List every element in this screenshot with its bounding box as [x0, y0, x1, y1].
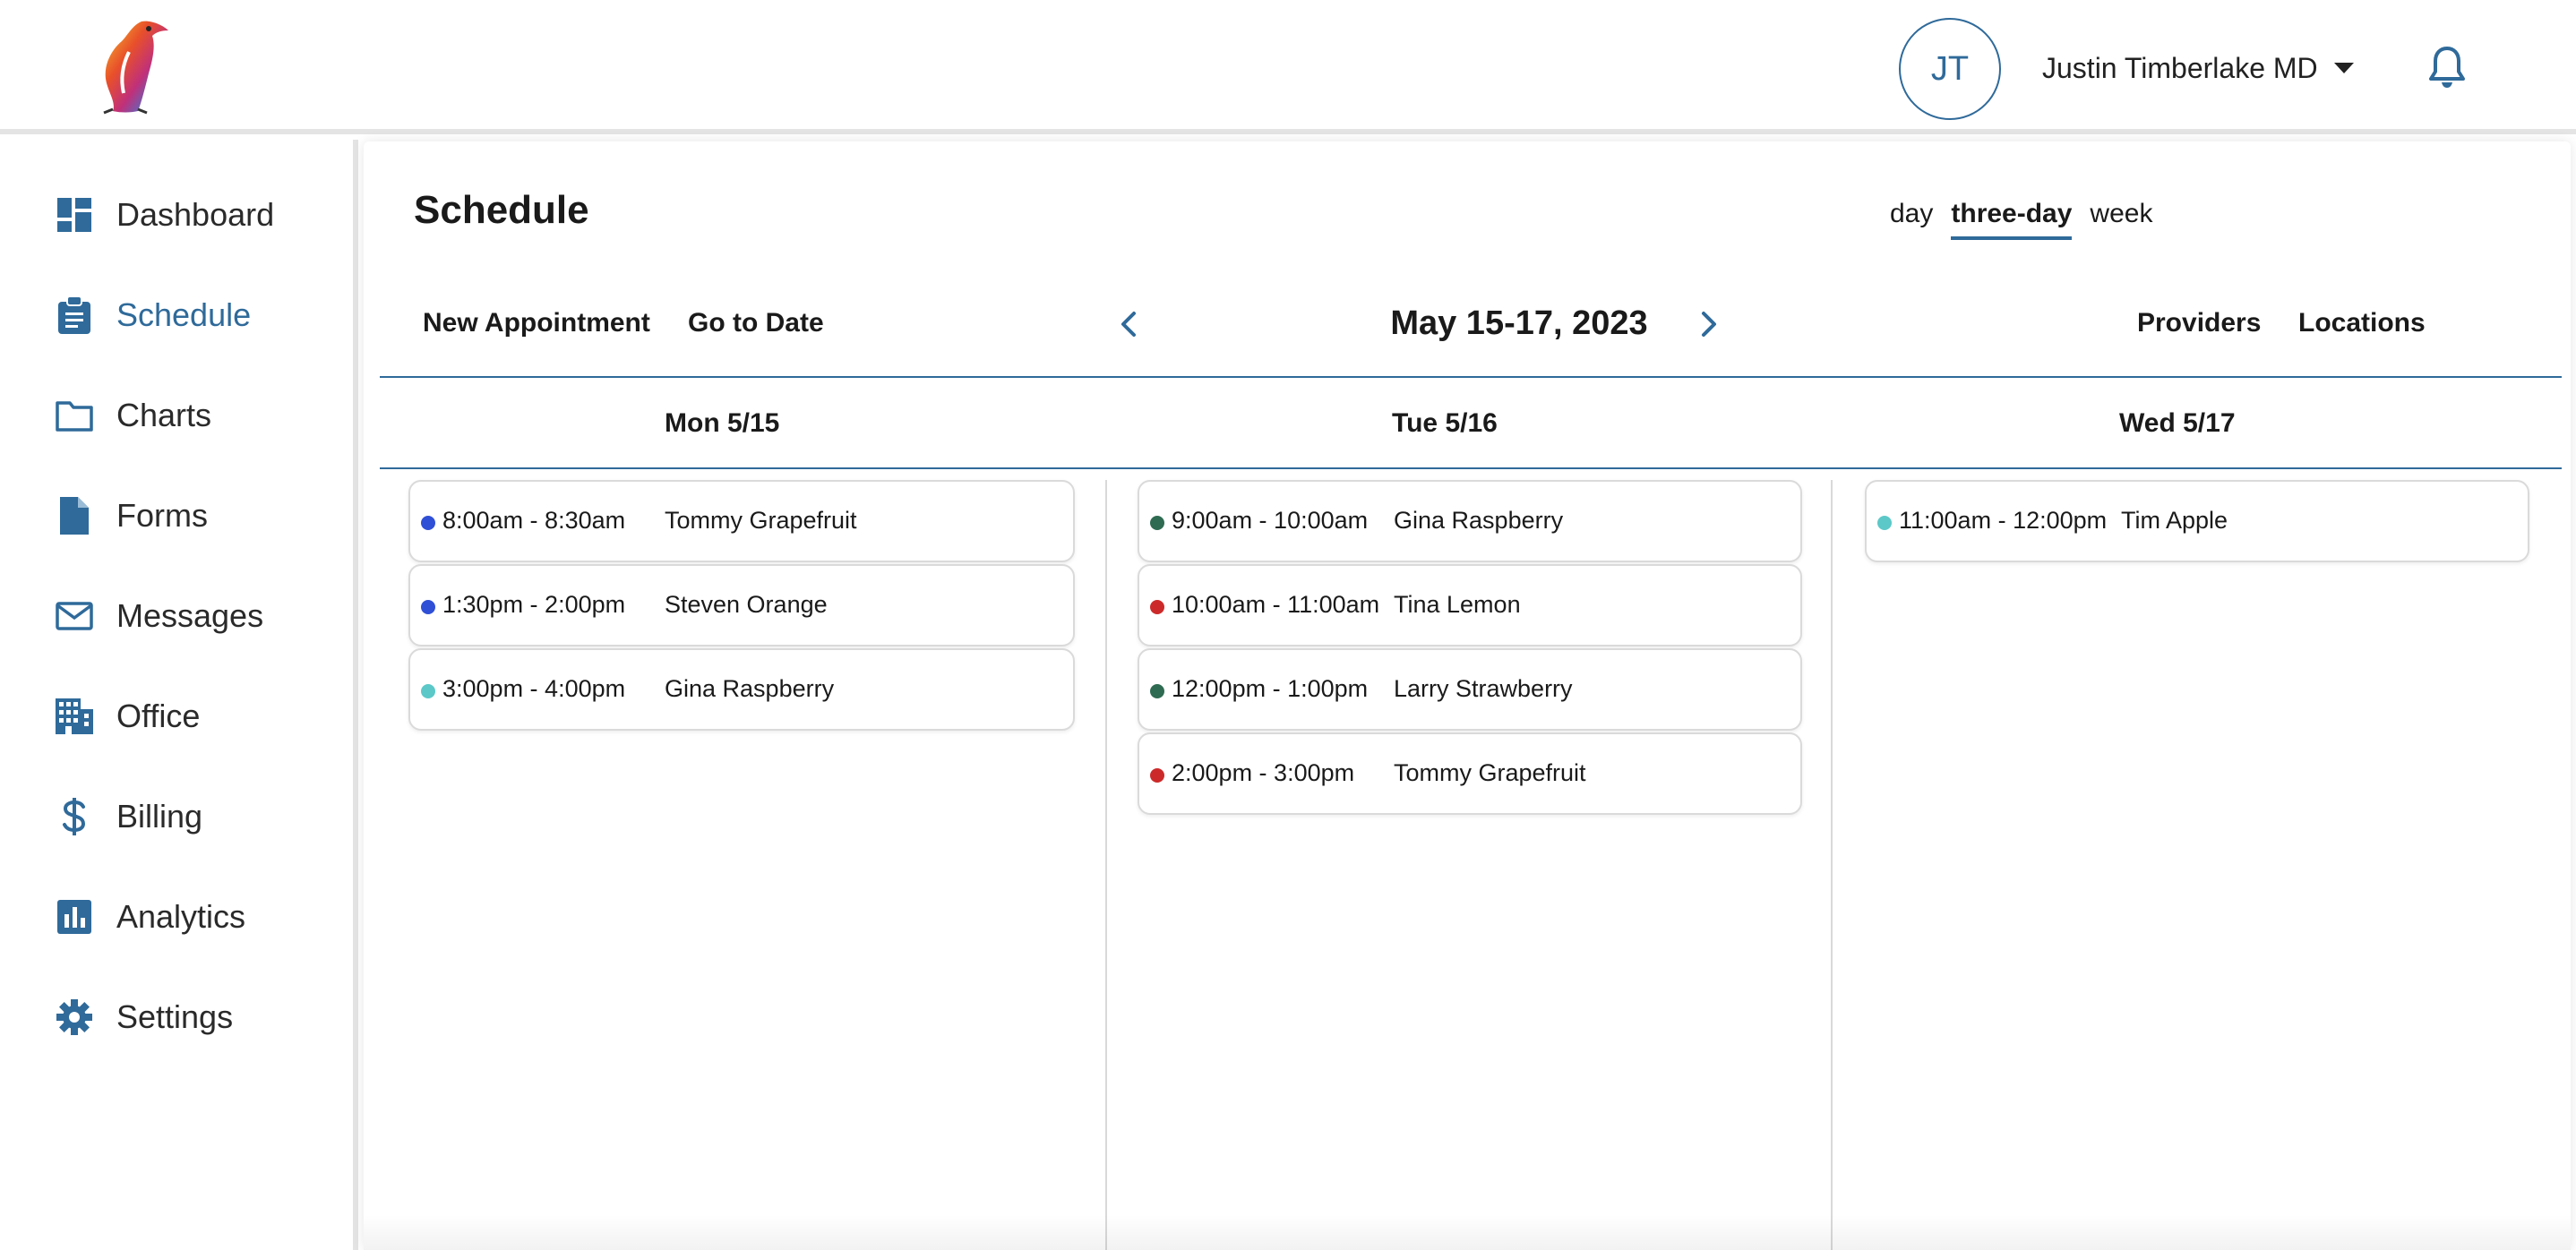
sidebar-item-dashboard[interactable]: Dashboard	[56, 188, 274, 242]
go-to-date-button[interactable]: Go to Date	[688, 308, 824, 338]
previous-date-arrow-icon[interactable]	[1116, 308, 1143, 340]
appointment-patient: Gina Raspberry	[665, 675, 835, 702]
day-header-mon: Mon 5/15	[665, 408, 780, 438]
status-dot	[421, 684, 435, 698]
user-name: Justin Timberlake MD	[2042, 51, 2318, 84]
sidebar-item-settings[interactable]: Settings	[56, 990, 233, 1044]
appointment-card[interactable]: 3:00pm - 4:00pm Gina Raspberry	[408, 648, 1075, 731]
day-header-tue: Tue 5/16	[1392, 408, 1498, 438]
view-week-tab[interactable]: week	[2090, 199, 2152, 240]
appointment-card[interactable]: 12:00pm - 1:00pm Larry Strawberry	[1138, 648, 1802, 731]
status-dot	[1150, 516, 1164, 530]
view-day-tab[interactable]: day	[1890, 199, 1933, 240]
view-switcher: day three-day week	[1890, 199, 2152, 240]
status-dot	[1877, 516, 1892, 530]
sidebar-item-label: Dashboard	[116, 196, 275, 233]
status-dot	[1150, 768, 1164, 783]
appointment-card[interactable]: 9:00am - 10:00am Gina Raspberry	[1138, 480, 1802, 562]
view-three-day-tab[interactable]: three-day	[1951, 199, 2073, 240]
sidebar-item-schedule[interactable]: Schedule	[56, 288, 251, 342]
bottom-shadow	[364, 1214, 2571, 1250]
sidebar-item-label: Forms	[116, 497, 208, 534]
sidebar-item-label: Charts	[116, 397, 212, 433]
caret-down-icon	[2333, 63, 2354, 73]
appointment-patient: Tina Lemon	[1394, 591, 1521, 618]
appointment-patient: Tommy Grapefruit	[1394, 759, 1586, 786]
page-title: Schedule	[414, 188, 589, 232]
appointment-card[interactable]: 11:00am - 12:00pm Tim Apple	[1865, 480, 2529, 562]
sidebar-item-messages[interactable]: Messages	[56, 589, 263, 643]
sidebar-item-billing[interactable]: Billing	[56, 790, 202, 843]
avatar-initials: JT	[1930, 49, 1970, 88]
appointment-patient: Tim Apple	[2121, 507, 2228, 534]
status-dot	[1150, 600, 1164, 614]
status-dot	[1150, 684, 1164, 698]
sidebar-item-label: Office	[116, 698, 201, 734]
dashboard-icon	[56, 196, 93, 234]
bar-chart-icon	[56, 898, 93, 936]
sidebar-item-forms[interactable]: Forms	[56, 489, 208, 543]
folder-icon	[56, 397, 93, 434]
appointment-patient: Steven Orange	[665, 591, 828, 618]
building-icon	[56, 698, 93, 735]
appointment-time: 8:00am - 8:30am	[442, 507, 626, 534]
sidebar-nav: Dashboard Schedule Charts Forms Messages…	[0, 140, 358, 1250]
appointment-time: 9:00am - 10:00am	[1172, 507, 1369, 534]
next-date-arrow-icon[interactable]	[1695, 308, 1722, 340]
sidebar-item-label: Settings	[116, 998, 234, 1035]
appointment-time: 12:00pm - 1:00pm	[1172, 675, 1369, 702]
day-header-bottom-border	[380, 467, 2562, 469]
appointment-card[interactable]: 8:00am - 8:30am Tommy Grapefruit	[408, 480, 1075, 562]
appointment-patient: Tommy Grapefruit	[665, 507, 857, 534]
clipboard-icon	[56, 296, 93, 334]
sidebar-item-office[interactable]: Office	[56, 689, 200, 743]
sidebar-item-analytics[interactable]: Analytics	[56, 890, 245, 944]
status-dot	[421, 516, 435, 530]
appointment-time: 1:30pm - 2:00pm	[442, 591, 626, 618]
sidebar-item-label: Messages	[116, 597, 264, 634]
appointment-patient: Larry Strawberry	[1394, 675, 1573, 702]
dollar-icon	[56, 798, 93, 835]
top-bar: JT Justin Timberlake MD	[0, 0, 2576, 134]
appointment-patient: Gina Raspberry	[1394, 507, 1564, 534]
date-range-title: May 15-17, 2023	[1390, 304, 1648, 342]
appointment-time: 3:00pm - 4:00pm	[442, 675, 626, 702]
envelope-icon	[56, 597, 93, 635]
status-dot	[421, 600, 435, 614]
day-header-top-border	[380, 376, 2562, 378]
appointment-time: 2:00pm - 3:00pm	[1172, 759, 1355, 786]
document-icon	[56, 497, 93, 535]
locations-button[interactable]: Locations	[2298, 308, 2426, 338]
providers-button[interactable]: Providers	[2137, 308, 2261, 338]
day-header-wed: Wed 5/17	[2119, 408, 2236, 438]
appointment-card[interactable]: 10:00am - 11:00am Tina Lemon	[1138, 564, 1802, 646]
sidebar-item-label: Billing	[116, 798, 203, 835]
user-avatar[interactable]: JT	[1899, 18, 2001, 120]
appointment-time: 11:00am - 12:00pm	[1899, 507, 2108, 534]
sidebar-item-label: Analytics	[116, 898, 246, 935]
column-divider	[1831, 480, 1833, 1250]
gear-icon	[56, 998, 93, 1036]
bell-icon[interactable]	[2427, 45, 2467, 90]
sidebar-item-label: Schedule	[116, 296, 252, 333]
new-appointment-button[interactable]: New Appointment	[423, 308, 650, 338]
column-divider	[1105, 480, 1107, 1250]
penguin-logo-icon[interactable]	[86, 16, 176, 116]
appointment-card[interactable]: 1:30pm - 2:00pm Steven Orange	[408, 564, 1075, 646]
appointment-card[interactable]: 2:00pm - 3:00pm Tommy Grapefruit	[1138, 732, 1802, 815]
schedule-panel: Schedule day three-day week New Appointm…	[364, 141, 2571, 1250]
appointment-time: 10:00am - 11:00am	[1172, 591, 1380, 618]
sidebar-item-charts[interactable]: Charts	[56, 389, 211, 442]
user-menu-dropdown[interactable]: Justin Timberlake MD	[2042, 47, 2354, 90]
